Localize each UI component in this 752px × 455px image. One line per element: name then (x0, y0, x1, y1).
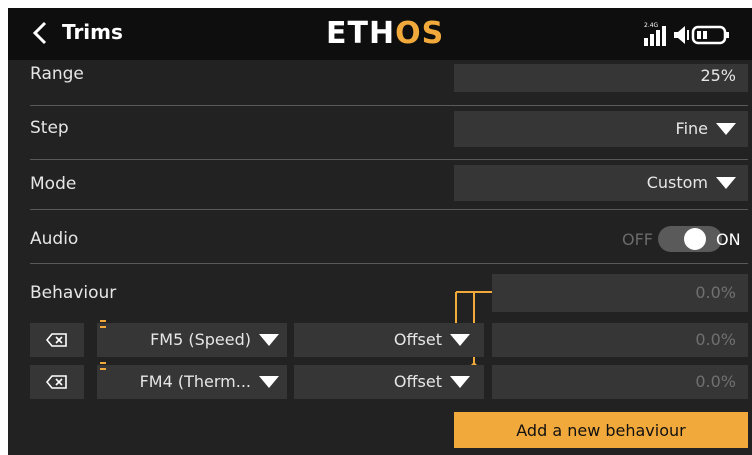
delete-behaviour-button[interactable] (30, 323, 84, 357)
logo-accent: OS (395, 16, 445, 51)
behaviour-type-value: Offset (393, 372, 442, 391)
dropdown-triangle-icon (716, 122, 736, 135)
signal-strength-icon (644, 26, 666, 46)
mode-label: Mode (30, 174, 77, 194)
back-arrow-icon[interactable] (28, 20, 54, 46)
toggle-knob (684, 228, 706, 250)
divider (30, 263, 748, 264)
range-label: Range (30, 64, 84, 84)
delete-icon (46, 333, 67, 347)
indicator-mark (100, 362, 106, 370)
behaviour-amount[interactable]: 0.0% (492, 365, 748, 399)
volume-icon (674, 26, 689, 44)
range-value[interactable]: 25% (454, 64, 748, 92)
step-value: Fine (675, 119, 708, 138)
dropdown-triangle-icon (259, 333, 279, 346)
step-select[interactable]: Fine (454, 111, 748, 147)
page-title: Trims (62, 20, 123, 44)
flight-mode-value: FM5 (Speed) (150, 330, 251, 349)
audio-on-label: ON (716, 230, 741, 249)
logo-main: ETH (326, 16, 396, 51)
flight-mode-select[interactable]: FM4 (Therm... (97, 365, 287, 399)
behaviour-type-select[interactable]: Offset (294, 365, 484, 399)
dropdown-triangle-icon (450, 375, 470, 388)
dropdown-triangle-icon (259, 375, 279, 388)
mode-value: Custom (646, 173, 708, 192)
add-behaviour-button[interactable]: Add a new behaviour (454, 412, 748, 448)
battery-icon (691, 25, 729, 45)
dropdown-triangle-icon (450, 333, 470, 346)
audio-off-label: OFF (622, 230, 653, 249)
behaviour-type-value: Offset (393, 330, 442, 349)
behaviour-label: Behaviour (30, 283, 117, 303)
flight-mode-value: FM4 (Therm... (139, 372, 251, 391)
divider (30, 159, 748, 160)
divider (30, 105, 748, 106)
header-bar: Trims ETHOS 2.4G (8, 8, 752, 60)
ethos-logo: ETHOS (326, 16, 444, 51)
audio-toggle[interactable] (658, 226, 722, 252)
trims-screen: Trims ETHOS 2.4G Range 25% Step Fine Mod… (8, 8, 752, 455)
dropdown-triangle-icon (716, 176, 736, 189)
mode-select[interactable]: Custom (454, 165, 748, 201)
band-label: 2.4G (644, 22, 659, 29)
divider (30, 209, 748, 210)
status-icons: 2.4G (644, 22, 729, 46)
audio-label: Audio (30, 229, 79, 249)
indicator-mark (100, 320, 106, 328)
delete-behaviour-button[interactable] (30, 365, 84, 399)
behaviour-value[interactable]: 0.0% (492, 274, 748, 312)
step-label: Step (30, 118, 69, 138)
behaviour-amount[interactable]: 0.0% (492, 323, 748, 357)
flight-mode-select[interactable]: FM5 (Speed) (97, 323, 287, 357)
delete-icon (46, 375, 67, 389)
behaviour-type-select[interactable]: Offset (294, 323, 484, 357)
